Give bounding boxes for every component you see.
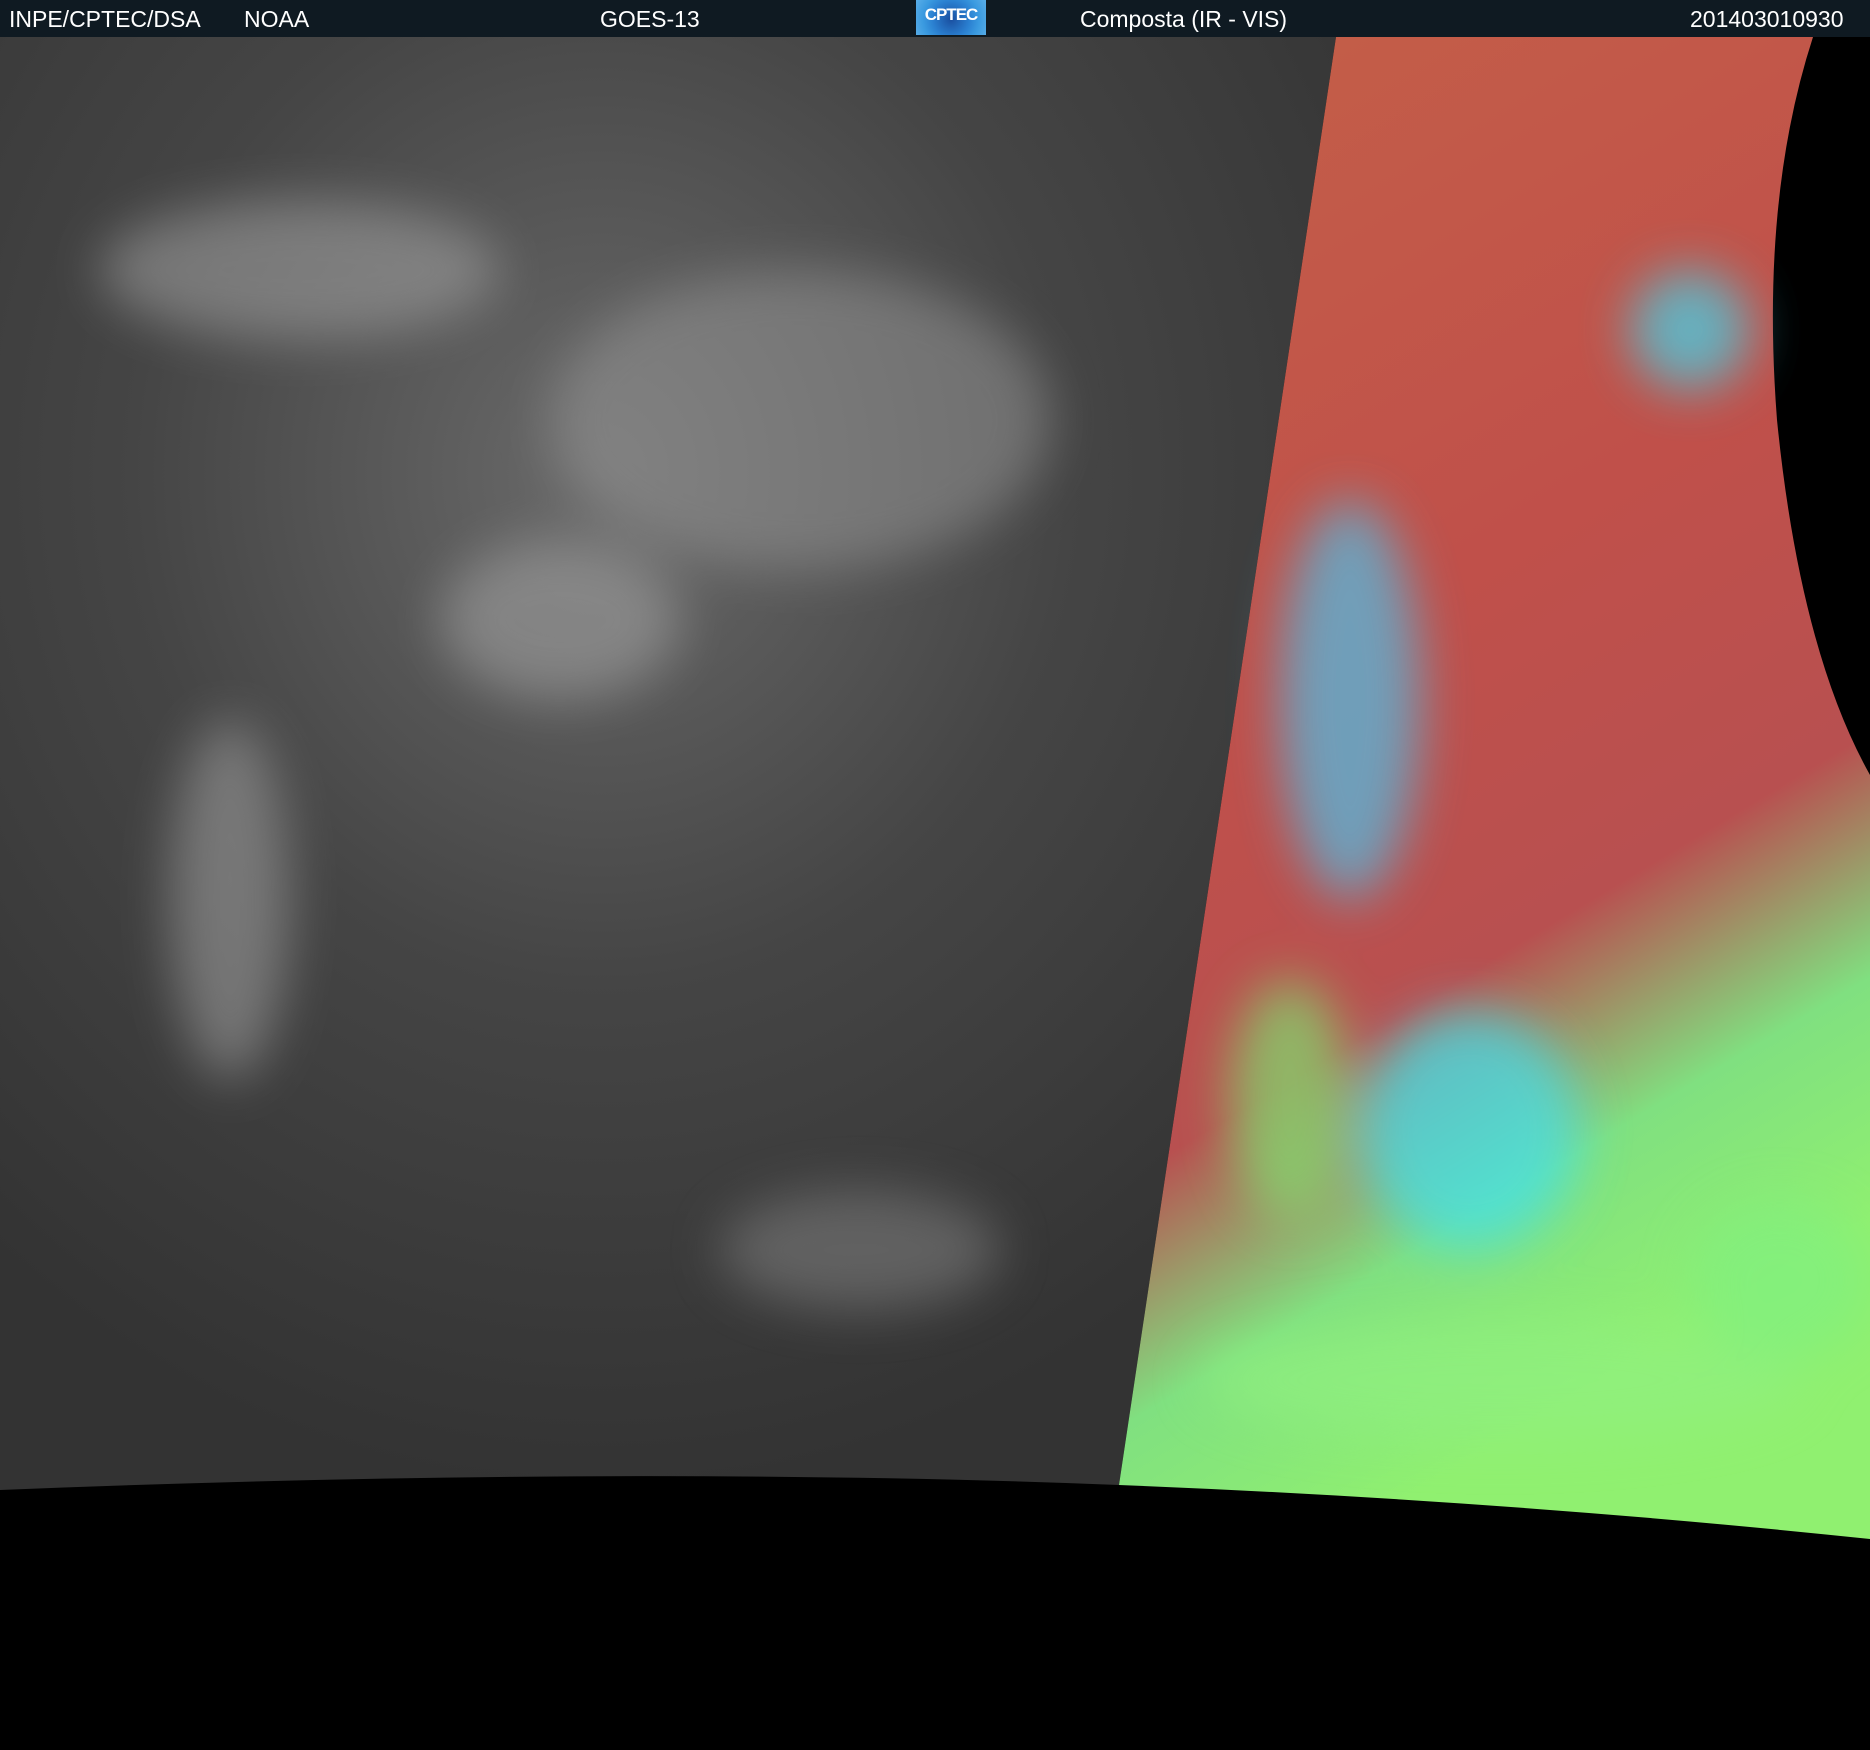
product-label: Composta (IR - VIS) (1080, 6, 1288, 32)
satellite-image (0, 37, 1870, 1539)
agency-label: INPE/CPTEC/DSA (9, 6, 201, 32)
satellite-label: GOES-13 (600, 6, 700, 32)
cptec-logo: CPTEC (916, 0, 986, 35)
header-bar: INPE/CPTEC/DSA NOAA GOES-13 CPTEC Compos… (0, 0, 1870, 37)
timestamp-label: 201403010930 (1690, 6, 1844, 32)
source-label: NOAA (244, 6, 310, 32)
